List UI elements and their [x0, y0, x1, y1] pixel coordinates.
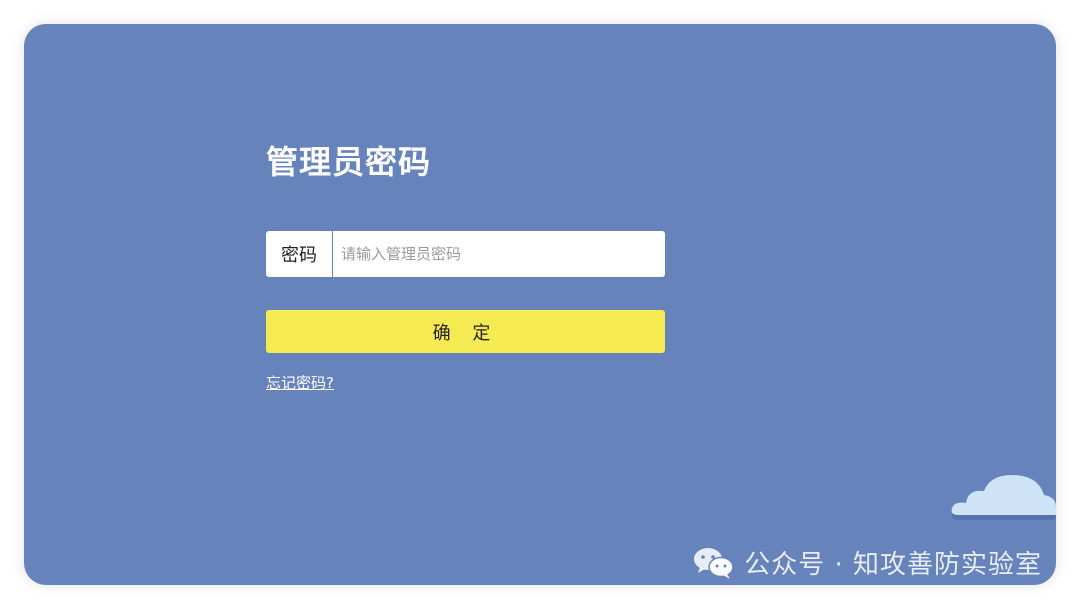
login-form: 管理员密码 密码 确 定 忘记密码?: [266, 142, 665, 392]
confirm-button[interactable]: 确 定: [266, 310, 665, 353]
watermark-text: 公众号 · 知攻善防实验室: [744, 550, 1042, 580]
cloud-icon: [951, 475, 1056, 520]
watermark: 公众号 · 知攻善防实验室: [692, 544, 1042, 581]
wechat-icon: [694, 547, 734, 579]
page-title: 管理员密码: [266, 143, 432, 181]
login-page: 管理员密码 密码 确 定 忘记密码? 公众号 · 知攻善防实验室: [24, 24, 1056, 585]
password-input[interactable]: [333, 231, 665, 277]
password-field: 密码: [266, 231, 665, 277]
forgot-password-link[interactable]: 忘记密码?: [266, 372, 334, 393]
password-label: 密码: [266, 231, 333, 277]
